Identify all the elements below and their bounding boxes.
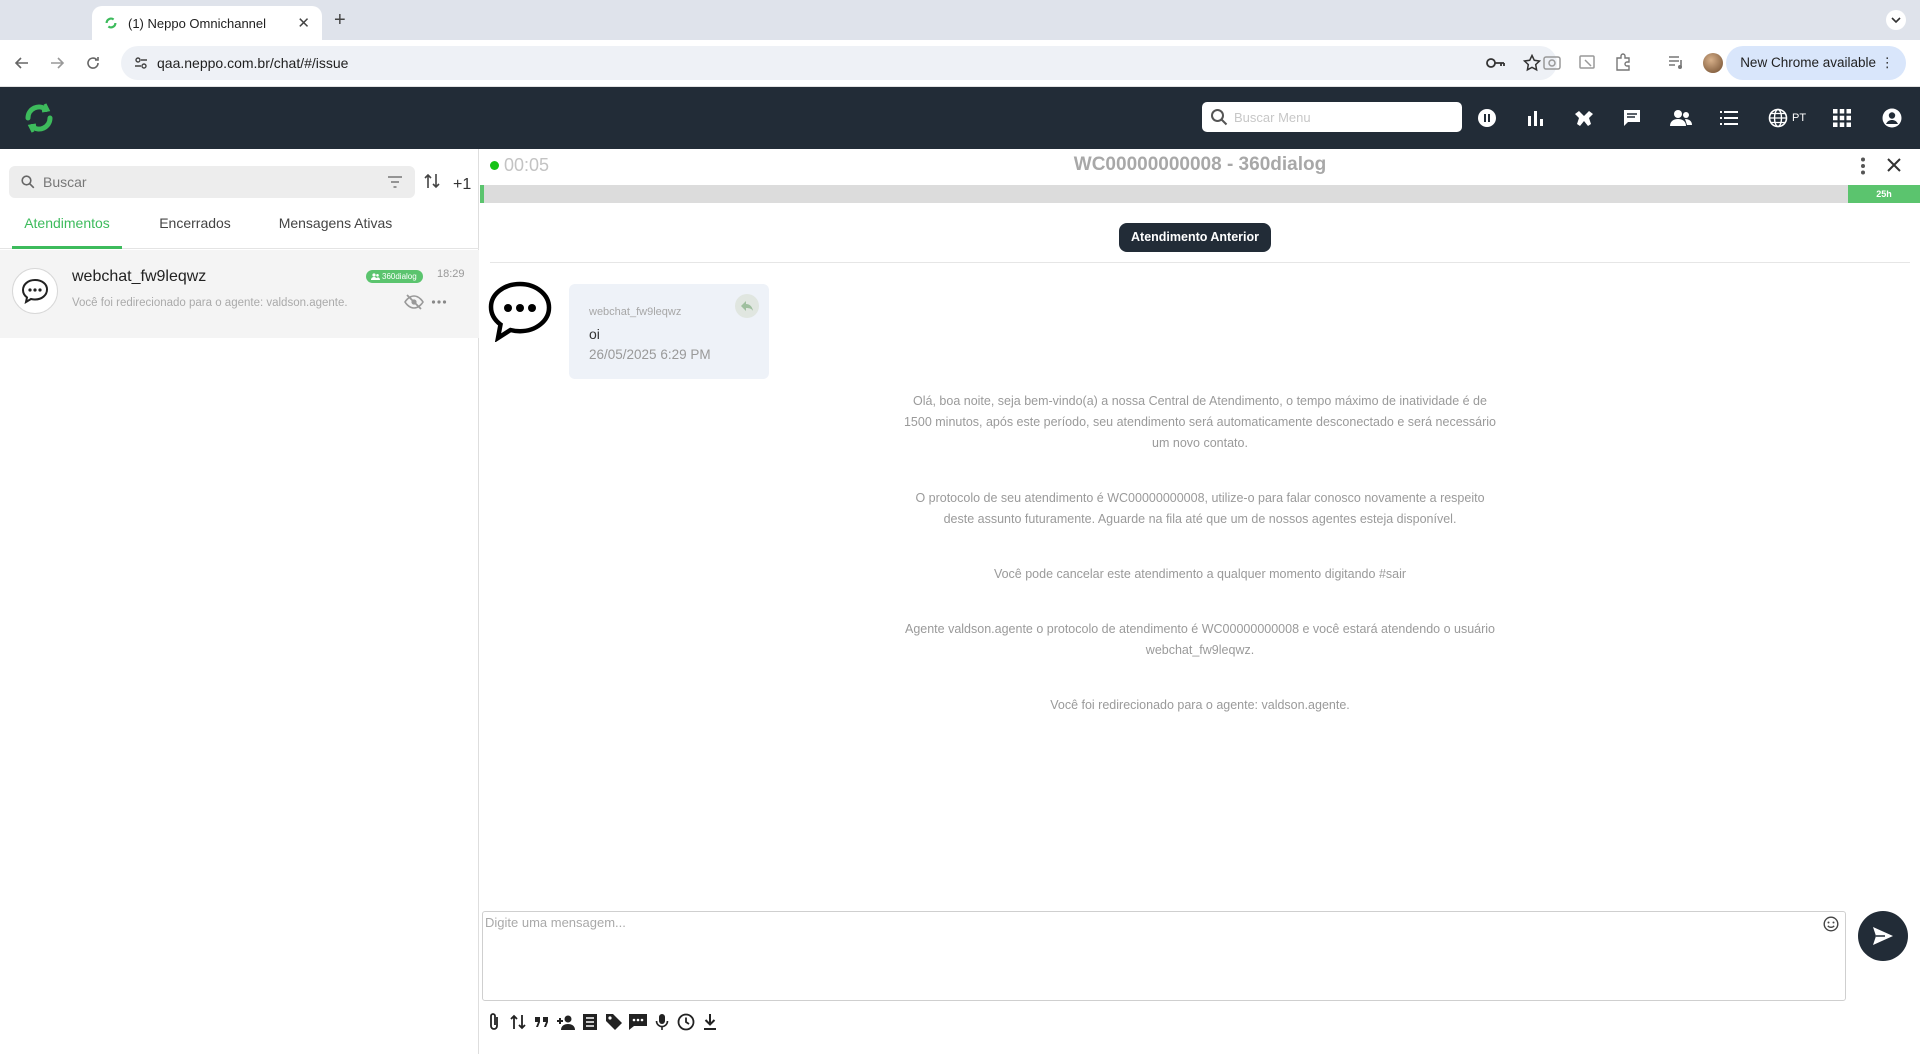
channel-badge-label: 360dialog <box>382 272 417 281</box>
progress-fill <box>480 185 484 203</box>
call-end-icon[interactable] <box>1572 106 1596 130</box>
reload-icon[interactable] <box>82 52 104 74</box>
quote-icon[interactable] <box>532 1011 552 1033</box>
more-horizontal-icon[interactable] <box>431 294 447 310</box>
plus-one-button[interactable]: +1 <box>453 176 471 194</box>
clock-icon[interactable] <box>676 1011 696 1033</box>
system-message: O protocolo de seu atendimento é WC00000… <box>915 491 1485 526</box>
conversation-list-item[interactable]: webchat_fw9leqwz 360dialog 18:29 Você fo… <box>0 250 479 338</box>
list-icon[interactable] <box>1717 106 1741 130</box>
group-icon <box>371 273 380 280</box>
message-bubble: webchat_fw9leqwz oi 26/05/2025 6:29 PM <box>569 284 769 379</box>
profile-avatar[interactable] <box>1703 53 1723 73</box>
conversation-search[interactable] <box>9 166 415 198</box>
inactivity-progress-bar: 25h <box>480 185 1920 203</box>
visibility-off-icon[interactable] <box>404 294 424 310</box>
composer-toolbar <box>484 1011 720 1033</box>
microphone-icon[interactable] <box>652 1011 672 1033</box>
tab-encerrados[interactable]: Encerrados <box>145 205 245 249</box>
message-text: oi <box>589 326 600 342</box>
tab-title: (1) Neppo Omnichannel <box>128 15 267 31</box>
tab-atendimentos[interactable]: Atendimentos <box>12 205 122 249</box>
divider <box>490 262 1910 263</box>
language-selector[interactable]: PT <box>1768 106 1806 130</box>
add-person-icon[interactable] <box>556 1011 576 1033</box>
quick-message-icon[interactable] <box>628 1011 648 1033</box>
system-message: Você foi redirecionado para o agente: va… <box>1050 698 1350 712</box>
chat-icon[interactable] <box>1620 106 1644 130</box>
emoji-icon[interactable] <box>1823 916 1839 932</box>
account-circle-icon[interactable] <box>1880 106 1904 130</box>
system-message: Você pode cancelar este atendimento a qu… <box>993 567 1407 581</box>
menu-search-input[interactable] <box>1234 109 1454 125</box>
screenshot-camera-icon[interactable] <box>1542 52 1562 72</box>
extensions-puzzle-icon[interactable] <box>1613 52 1633 72</box>
filter-icon[interactable] <box>387 176 403 188</box>
forward-arrow-icon[interactable] <box>46 52 68 74</box>
conversation-time: 18:29 <box>437 268 465 280</box>
apps-grid-icon[interactable] <box>1830 106 1854 130</box>
system-message: Agente valdson.agente o protocolo de ate… <box>904 622 1495 657</box>
new-chrome-label: New Chrome available <box>1740 55 1876 70</box>
conversation-preview: Você foi redirecionado para o agente: va… <box>72 297 348 309</box>
transfer-arrows-icon[interactable] <box>508 1011 528 1033</box>
send-icon <box>1873 927 1893 945</box>
attachment-icon[interactable] <box>484 1011 504 1033</box>
new-chrome-available-button[interactable]: New Chrome available ⋮ <box>1726 46 1906 80</box>
back-arrow-icon[interactable] <box>11 52 33 74</box>
conversation-name: webchat_fw9leqwz <box>72 268 207 285</box>
bookmark-star-icon[interactable] <box>1523 54 1541 72</box>
system-message: Olá, boa noite, seja bem-vindo(a) a noss… <box>903 394 1497 450</box>
tag-icon[interactable] <box>604 1011 624 1033</box>
new-tab-plus-icon[interactable]: + <box>334 9 346 32</box>
password-key-icon[interactable] <box>1485 54 1505 72</box>
menu-search[interactable] <box>1202 102 1462 132</box>
form-list-icon[interactable] <box>580 1011 600 1033</box>
conversation-sidebar: +1 Atendimentos Encerrados Mensagens Ati… <box>0 149 479 1054</box>
chat-header: 00:05 WC00000000008 - 360dialog <box>480 149 1920 185</box>
send-button[interactable] <box>1858 911 1908 961</box>
close-icon[interactable] <box>1884 155 1904 175</box>
url-text: qaa.neppo.com.br/chat/#/issue <box>157 55 349 71</box>
channel-badge: 360dialog <box>366 270 423 283</box>
conversation-search-input[interactable] <box>43 174 343 190</box>
cast-icon[interactable] <box>1577 52 1597 72</box>
chat-bubble-avatar-icon <box>488 281 552 342</box>
browser-toolbar: qaa.neppo.com.br/chat/#/issue <box>0 40 1920 87</box>
tab-mensagens-ativas[interactable]: Mensagens Ativas <box>268 205 403 249</box>
bar-chart-icon[interactable] <box>1523 106 1547 130</box>
media-controls-icon[interactable] <box>1666 52 1686 72</box>
globe-icon <box>1768 108 1788 128</box>
neppo-logo-icon[interactable] <box>22 101 56 135</box>
users-icon[interactable] <box>1669 106 1693 130</box>
language-label: PT <box>1792 112 1807 124</box>
neppo-favicon-icon <box>105 17 117 29</box>
chat-title: WC00000000008 - 360dialog <box>1073 154 1327 175</box>
pause-icon[interactable] <box>1475 106 1499 130</box>
search-icon <box>21 175 35 189</box>
browser-tab-bar: (1) Neppo Omnichannel ✕ + <box>0 0 1920 40</box>
app-header: PT <box>0 87 1920 149</box>
browser-tab[interactable]: (1) Neppo Omnichannel ✕ <box>92 6 322 40</box>
sort-arrows-icon[interactable] <box>424 172 440 190</box>
message-sender: webchat_fw9leqwz <box>589 306 682 318</box>
reply-icon[interactable] <box>735 294 759 318</box>
tab-close-icon[interactable]: ✕ <box>297 14 310 32</box>
search-icon <box>1211 109 1228 126</box>
tab-search-chevron-icon[interactable] <box>1886 10 1906 30</box>
address-bar[interactable]: qaa.neppo.com.br/chat/#/issue <box>121 46 1557 80</box>
message-date: 26/05/2025 6:29 PM <box>589 347 711 362</box>
message-composer <box>482 911 1846 1001</box>
more-vertical-icon[interactable] <box>1860 157 1866 175</box>
system-messages: Olá, boa noite, seja bem-vindo(a) a noss… <box>900 391 1500 750</box>
browser-menu-icon[interactable]: ⋮ <box>1881 46 1895 80</box>
chat-panel: 00:05 WC00000000008 - 360dialog 25h Aten… <box>480 149 1920 1054</box>
chat-bubble-avatar-icon <box>12 268 58 314</box>
conversation-tabs: Atendimentos Encerrados Mensagens Ativas <box>0 205 479 249</box>
download-icon[interactable] <box>700 1011 720 1033</box>
previous-attendance-button[interactable]: Atendimento Anterior <box>1119 223 1272 252</box>
site-info-icon[interactable] <box>133 55 149 71</box>
progress-limit-label: 25h <box>1848 185 1920 203</box>
message-input[interactable] <box>484 913 1824 999</box>
